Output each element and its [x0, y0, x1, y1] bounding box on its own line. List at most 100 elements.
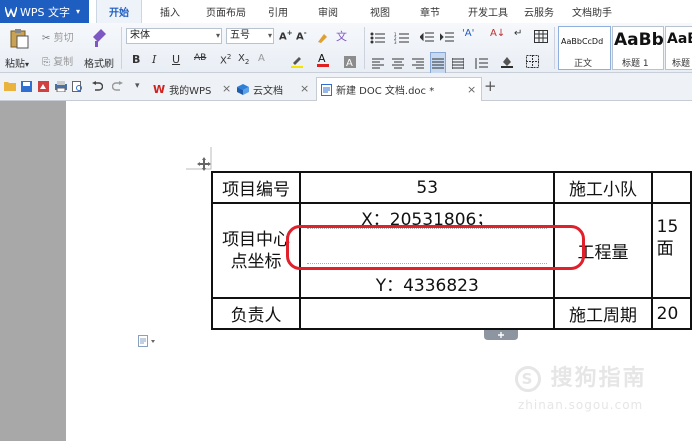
tab-cloud-docs[interactable]: 云文档 ×: [237, 77, 313, 101]
italic-button[interactable]: I: [152, 53, 156, 66]
app-menu-button[interactable]: WPS 文字 ▾: [0, 0, 89, 23]
char-shading-icon[interactable]: A: [344, 53, 356, 72]
justify-icon[interactable]: [430, 52, 446, 75]
add-row-handle-icon[interactable]: [484, 330, 518, 340]
bullet-list-icon[interactable]: [370, 29, 386, 48]
sort-button[interactable]: A↓: [490, 28, 505, 39]
table-row: 负责人 施工周期 20: [210, 297, 692, 330]
style-heading-1[interactable]: AaBb 标题 1: [612, 26, 664, 70]
table-grid-icon[interactable]: [534, 28, 548, 47]
style-normal-label: 正文: [574, 59, 593, 69]
tab-new-doc[interactable]: 新建 DOC 文档.doc * ×: [316, 77, 482, 101]
export-pdf-icon[interactable]: [38, 81, 49, 95]
table-cell[interactable]: [299, 297, 556, 330]
table-cell[interactable]: 20: [650, 297, 692, 330]
tab-my-wps-label: 我的WPS: [169, 85, 212, 97]
bold-button[interactable]: B: [132, 53, 140, 66]
align-center-icon[interactable]: [392, 54, 404, 73]
style-heading-preview: AaB: [667, 31, 692, 47]
table-cell-label[interactable]: 施工周期: [553, 297, 653, 330]
style-heading[interactable]: AaB 标题: [665, 26, 692, 70]
shading-fill-icon[interactable]: [500, 53, 514, 72]
format-painter-button[interactable]: 格式刷: [84, 55, 114, 70]
paste-options-icon[interactable]: [138, 335, 156, 347]
borders-icon[interactable]: [526, 53, 539, 72]
change-case-button[interactable]: 'A': [462, 28, 474, 39]
shrink-font-button[interactable]: A-: [296, 29, 307, 42]
font-size-select[interactable]: 五号 ▾: [226, 28, 274, 44]
redo-icon[interactable]: [111, 81, 123, 94]
underline-button[interactable]: U: [172, 53, 180, 66]
paste-button[interactable]: 粘贴▾: [5, 55, 29, 70]
numbered-list-icon[interactable]: 123: [394, 29, 410, 48]
table-cell[interactable]: 15 面: [650, 202, 692, 299]
tab-references[interactable]: 引用: [260, 0, 296, 23]
superscript-button[interactable]: X2: [220, 53, 231, 66]
table-cell[interactable]: 53: [299, 171, 556, 204]
cut-button[interactable]: ✂ 剪切: [42, 29, 74, 44]
open-folder-icon[interactable]: [4, 81, 16, 94]
quick-access-menu-icon[interactable]: ▾: [135, 81, 140, 91]
align-left-icon[interactable]: [372, 54, 384, 73]
grow-font-button[interactable]: A+: [279, 29, 293, 42]
new-tab-button[interactable]: +: [484, 77, 497, 95]
tab-cloud-service[interactable]: 云服务: [519, 0, 559, 23]
table-cell-label[interactable]: 施工小队: [553, 171, 653, 204]
tab-review[interactable]: 审阅: [310, 0, 346, 23]
ribbon-separator: [364, 27, 365, 69]
tab-home[interactable]: 开始: [96, 0, 142, 23]
style-normal[interactable]: AaBbCcDd 正文: [558, 26, 611, 70]
tab-view[interactable]: 视图: [362, 0, 398, 23]
cut-label: 剪切: [53, 33, 74, 44]
quantity-unit: 面: [656, 239, 674, 259]
font-size-value: 五号: [230, 30, 250, 41]
menu-bar: WPS 文字 ▾ 开始 插入 页面布局 引用 审阅 视图 章节 开发工具 云服务…: [0, 0, 692, 23]
center-coordinate-label: 项目中心点坐标: [222, 229, 291, 272]
tab-page-layout[interactable]: 页面布局: [198, 0, 254, 23]
phonetic-guide-icon[interactable]: 文: [335, 28, 349, 47]
line-spacing-icon[interactable]: [474, 54, 488, 73]
distributed-align-icon[interactable]: [451, 54, 465, 73]
highlight-color-icon[interactable]: [290, 53, 304, 72]
print-preview-icon[interactable]: [72, 81, 83, 95]
tab-doc-assistant[interactable]: 文档助手: [566, 0, 618, 23]
chevron-down-icon: ▾: [215, 31, 220, 40]
print-icon[interactable]: [55, 81, 67, 95]
chevron-down-icon: ▾: [267, 31, 272, 40]
close-icon[interactable]: ×: [467, 83, 476, 96]
style-heading-1-label: 标题 1: [622, 59, 649, 69]
format-painter-icon[interactable]: [90, 27, 108, 51]
table-cell-label[interactable]: 负责人: [210, 297, 302, 330]
copy-button[interactable]: ⎘ 复制: [42, 53, 73, 68]
chevron-down-icon: ▾: [76, 7, 81, 16]
decrease-indent-icon[interactable]: [419, 29, 434, 48]
construction-period-label: 施工周期: [569, 306, 638, 326]
clear-format-icon[interactable]: [316, 29, 328, 48]
align-right-icon[interactable]: [412, 54, 424, 73]
style-heading-label: 标题: [672, 59, 691, 69]
table-cell[interactable]: [650, 171, 692, 204]
strikethrough-button[interactable]: AB: [194, 53, 206, 63]
undo-icon[interactable]: [92, 81, 104, 94]
ribbon-toolbar: 粘贴▾ ✂ 剪切 ⎘ 复制 格式刷 宋体 ▾ 五号 ▾ A+ A- 文 B I U …: [0, 23, 692, 75]
subscript-button[interactable]: X2: [238, 53, 249, 66]
text-effect-button[interactable]: A: [258, 53, 265, 64]
increase-indent-icon[interactable]: [439, 29, 454, 48]
font-color-icon[interactable]: A: [316, 52, 330, 71]
watermark-url: zhinan.sogou.com: [518, 398, 644, 412]
font-name-select[interactable]: 宋体 ▾: [126, 28, 222, 44]
table-move-handle-icon[interactable]: [197, 157, 211, 171]
construction-team-label: 施工小队: [569, 180, 638, 200]
tab-section[interactable]: 章节: [412, 0, 448, 23]
tab-cloud-docs-label: 云文档: [253, 85, 283, 97]
wps-writer-window: WPS 文字 ▾ 开始 插入 页面布局 引用 审阅 视图 章节 开发工具 云服务…: [0, 0, 692, 441]
close-icon[interactable]: ×: [222, 82, 231, 95]
paste-icon[interactable]: [9, 27, 29, 53]
table-cell-label[interactable]: 项目编号: [210, 171, 302, 204]
save-icon[interactable]: [21, 81, 32, 95]
person-in-charge-label: 负责人: [230, 306, 282, 326]
tab-insert[interactable]: 插入: [150, 0, 190, 23]
show-marks-button[interactable]: ↵: [514, 28, 522, 39]
tab-developer[interactable]: 开发工具: [460, 0, 516, 23]
close-icon[interactable]: ×: [300, 82, 309, 95]
